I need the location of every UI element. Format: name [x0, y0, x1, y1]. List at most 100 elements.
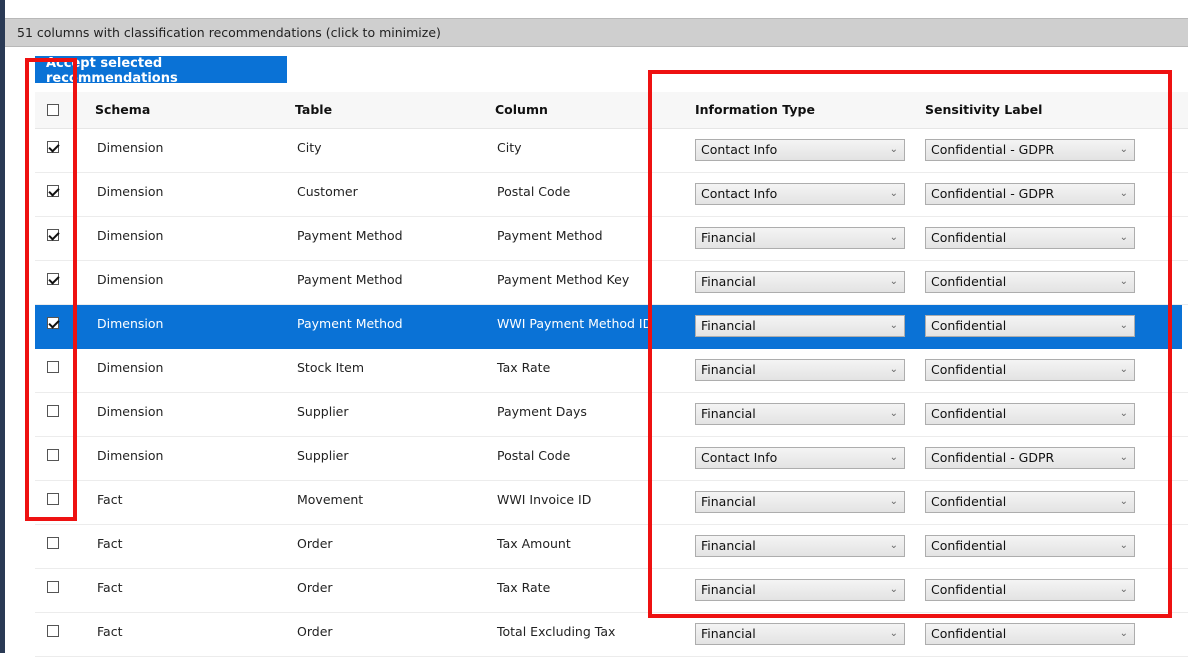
sensitivity-label-dropdown[interactable]: Confidential ⌄: [925, 359, 1135, 381]
row-checkbox[interactable]: [47, 449, 59, 461]
sensitivity-label-dropdown[interactable]: Confidential - GDPR ⌄: [925, 139, 1135, 161]
information-type-dropdown[interactable]: Financial ⌄: [695, 359, 905, 381]
sensitivity-label-dropdown[interactable]: Confidential ⌄: [925, 403, 1135, 425]
information-type-dropdown[interactable]: Financial ⌄: [695, 315, 905, 337]
information-type-dropdown[interactable]: Contact Info ⌄: [695, 447, 905, 469]
row-checkbox[interactable]: [47, 273, 59, 285]
chevron-down-icon: ⌄: [889, 144, 898, 155]
information-type-value: Financial: [701, 230, 756, 245]
cell-schema: Dimension: [97, 360, 164, 375]
sensitivity-label-dropdown[interactable]: Confidential - GDPR ⌄: [925, 447, 1135, 469]
information-type-dropdown[interactable]: Financial ⌄: [695, 403, 905, 425]
table-row[interactable]: Fact Order Tax Amount Financial ⌄ Confidentia…: [35, 525, 1188, 569]
information-type-dropdown[interactable]: Financial ⌄: [695, 535, 905, 557]
table-row[interactable]: Dimension Customer Postal Code Contact Info…: [35, 173, 1188, 217]
sensitivity-label-dropdown[interactable]: Confidential ⌄: [925, 315, 1135, 337]
information-type-dropdown[interactable]: Financial ⌄: [695, 623, 905, 645]
information-type-dropdown[interactable]: Financial ⌄: [695, 227, 905, 249]
sensitivity-label-value: Confidential - GDPR: [931, 450, 1055, 465]
row-checkbox[interactable]: [47, 141, 59, 153]
table-row[interactable]: Dimension Supplier Postal Code Contact Info…: [35, 437, 1188, 481]
select-all-checkbox[interactable]: [47, 104, 59, 116]
sensitivity-label-dropdown[interactable]: Confidential ⌄: [925, 491, 1135, 513]
table-row[interactable]: Dimension Payment Method Payment Method Ke…: [35, 261, 1188, 305]
sensitivity-label-value: Confidential: [931, 582, 1007, 597]
cell-column: Payment Days: [497, 404, 587, 419]
cell-schema: Dimension: [97, 140, 164, 155]
row-checkbox[interactable]: [47, 185, 59, 197]
sensitivity-label-value: Confidential: [931, 626, 1007, 641]
chevron-down-icon: ⌄: [889, 276, 898, 287]
chevron-down-icon: ⌄: [889, 628, 898, 639]
chevron-down-icon: ⌄: [889, 320, 898, 331]
table-row[interactable]: Dimension City City Contact Info ⌄ Confidenti…: [35, 129, 1188, 173]
cell-schema: Fact: [97, 624, 123, 639]
chevron-down-icon: ⌄: [1119, 408, 1128, 419]
table-row[interactable]: Dimension Payment Method Payment Method Fin…: [35, 217, 1188, 261]
row-checkbox[interactable]: [47, 361, 59, 373]
information-type-dropdown[interactable]: Contact Info ⌄: [695, 139, 905, 161]
accept-selected-recommendations-button[interactable]: Accept selected recommendations: [35, 56, 287, 86]
header-table[interactable]: Table: [295, 92, 332, 128]
recommendations-banner[interactable]: 51 columns with classification recommend…: [5, 18, 1188, 47]
row-checkbox[interactable]: [47, 229, 59, 241]
row-checkbox[interactable]: [47, 625, 59, 637]
cell-table: Payment Method: [297, 316, 403, 331]
table-row[interactable]: Fact Order Tax Rate Financial ⌄ Confidential ⌄: [35, 569, 1188, 613]
table-row[interactable]: Dimension Payment Method WWI Payment Metho…: [35, 305, 1182, 349]
sensitivity-label-dropdown[interactable]: Confidential ⌄: [925, 535, 1135, 557]
row-checkbox[interactable]: [47, 493, 59, 505]
header-sensitivity-label[interactable]: Sensitivity Label: [925, 92, 1042, 128]
chevron-down-icon: ⌄: [889, 496, 898, 507]
cell-column: Tax Rate: [497, 360, 551, 375]
cell-table: Payment Method: [297, 228, 403, 243]
cell-table: City: [297, 140, 322, 155]
information-type-dropdown[interactable]: Contact Info ⌄: [695, 183, 905, 205]
chevron-down-icon: ⌄: [1119, 496, 1128, 507]
sensitivity-label-dropdown[interactable]: Confidential ⌄: [925, 579, 1135, 601]
sensitivity-label-dropdown[interactable]: Confidential ⌄: [925, 623, 1135, 645]
chevron-down-icon: ⌄: [889, 540, 898, 551]
chevron-down-icon: ⌄: [1119, 320, 1128, 331]
information-type-dropdown[interactable]: Financial ⌄: [695, 491, 905, 513]
information-type-value: Financial: [701, 538, 756, 553]
header-schema[interactable]: Schema: [95, 92, 150, 128]
cell-column: Payment Method: [497, 228, 603, 243]
cell-table: Supplier: [297, 448, 349, 463]
row-checkbox[interactable]: [47, 581, 59, 593]
chevron-down-icon: ⌄: [1119, 452, 1128, 463]
sensitivity-label-dropdown[interactable]: Confidential - GDPR ⌄: [925, 183, 1135, 205]
header-information-type[interactable]: Information Type: [695, 92, 815, 128]
information-type-dropdown[interactable]: Financial ⌄: [695, 271, 905, 293]
cell-column: WWI Invoice ID: [497, 492, 592, 507]
window-left-edge: [0, 0, 5, 653]
sensitivity-label-dropdown[interactable]: Confidential ⌄: [925, 227, 1135, 249]
table-row[interactable]: Dimension Supplier Payment Days Financial ⌄ C…: [35, 393, 1188, 437]
chevron-down-icon: ⌄: [1119, 584, 1128, 595]
table-header: Schema Table Column Information Type Sen…: [35, 92, 1188, 129]
cell-column: City: [497, 140, 522, 155]
cell-schema: Fact: [97, 536, 123, 551]
table-row[interactable]: Fact Movement WWI Invoice ID Financial ⌄ Conf…: [35, 481, 1188, 525]
cell-schema: Dimension: [97, 184, 164, 199]
header-column[interactable]: Column: [495, 92, 548, 128]
cell-schema: Dimension: [97, 448, 164, 463]
information-type-dropdown[interactable]: Financial ⌄: [695, 579, 905, 601]
table-row[interactable]: Fact Order Total Excluding Tax Financial ⌄ Co…: [35, 613, 1188, 657]
chevron-down-icon: ⌄: [1119, 276, 1128, 287]
chevron-down-icon: ⌄: [889, 408, 898, 419]
sensitivity-label-value: Confidential: [931, 538, 1007, 553]
table-row[interactable]: Dimension Stock Item Tax Rate Financial ⌄ Con…: [35, 349, 1188, 393]
row-checkbox[interactable]: [47, 317, 59, 329]
chevron-down-icon: ⌄: [889, 188, 898, 199]
cell-column: Total Excluding Tax: [497, 624, 616, 639]
cell-table: Movement: [297, 492, 364, 507]
cell-schema: Dimension: [97, 316, 164, 331]
recommendations-list: Dimension City City Contact Info ⌄ Confidenti…: [35, 129, 1188, 657]
row-checkbox[interactable]: [47, 405, 59, 417]
sensitivity-label-dropdown[interactable]: Confidential ⌄: [925, 271, 1135, 293]
cell-table: Payment Method: [297, 272, 403, 287]
row-checkbox[interactable]: [47, 537, 59, 549]
cell-column: Tax Rate: [497, 580, 551, 595]
information-type-value: Financial: [701, 626, 756, 641]
